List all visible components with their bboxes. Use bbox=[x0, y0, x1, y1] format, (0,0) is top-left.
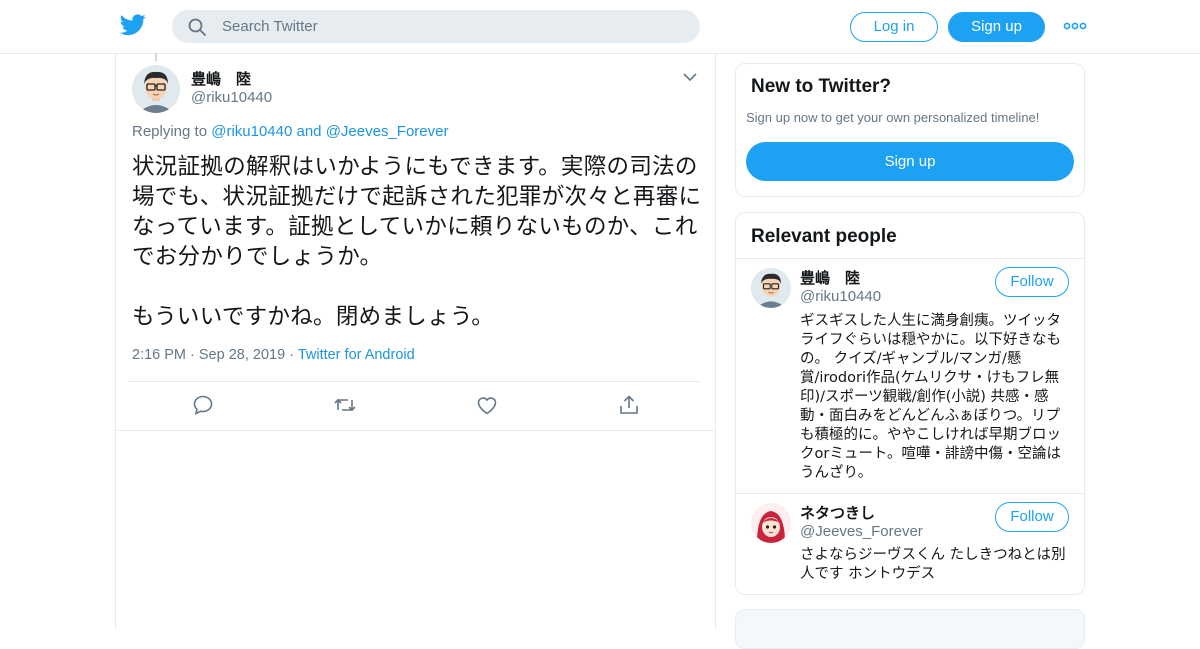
share-icon[interactable] bbox=[617, 393, 641, 417]
thread-connector-line bbox=[155, 53, 157, 61]
sign-up-button[interactable]: Sign up bbox=[948, 12, 1045, 42]
new-to-twitter-card: New to Twitter? Sign up now to get your … bbox=[735, 63, 1085, 197]
like-icon[interactable] bbox=[475, 393, 499, 417]
replying-prefix: Replying to bbox=[132, 123, 208, 140]
person-2-bio: さよならジーヴスくん たしきつねとは別人です ホントウデス bbox=[800, 547, 1066, 582]
sidebar-sign-up-button[interactable]: Sign up bbox=[746, 142, 1074, 181]
meta-separator-2: · bbox=[289, 347, 298, 363]
person-1-follow-button[interactable]: Follow bbox=[995, 267, 1069, 297]
meta-separator-1: · bbox=[190, 347, 199, 363]
reply-icon[interactable] bbox=[191, 393, 215, 417]
chevron-down-icon[interactable] bbox=[682, 71, 698, 83]
person-2-avatar[interactable] bbox=[751, 503, 791, 543]
reply-mention-link-2[interactable]: @Jeeves_Forever bbox=[326, 123, 449, 140]
avatar-illustration bbox=[132, 65, 180, 113]
new-to-twitter-title: New to Twitter? bbox=[751, 76, 892, 97]
avatar-illustration bbox=[751, 268, 791, 308]
person-2-name[interactable]: ネタつきし bbox=[800, 502, 875, 523]
log-in-button[interactable]: Log in bbox=[850, 12, 938, 42]
person-2-follow-button[interactable]: Follow bbox=[995, 502, 1069, 532]
search-icon bbox=[188, 18, 206, 36]
author-avatar[interactable] bbox=[132, 65, 180, 113]
reply-and-text: and bbox=[296, 123, 322, 140]
retweet-icon[interactable] bbox=[333, 393, 357, 417]
author-name[interactable]: 豊嶋 陸 bbox=[191, 68, 251, 89]
reply-mention-link-1[interactable]: @riku10440 bbox=[211, 123, 292, 140]
tweet-bottom-border bbox=[116, 430, 715, 431]
person-2-handle[interactable]: @Jeeves_Forever bbox=[800, 523, 923, 540]
person-1-handle[interactable]: @riku10440 bbox=[800, 288, 881, 305]
relevant-person-1: 豊嶋 陸 @riku10440 Follow ギスギスした人生に満身創痍。ツイッ… bbox=[736, 258, 1084, 493]
twitter-bird-icon[interactable] bbox=[120, 14, 146, 36]
author-handle[interactable]: @riku10440 bbox=[191, 89, 272, 106]
person-1-name[interactable]: 豊嶋 陸 bbox=[800, 267, 860, 288]
avatar-illustration bbox=[751, 503, 791, 543]
person-1-avatar[interactable] bbox=[751, 268, 791, 308]
replying-to-line: Replying to @riku10440 and @Jeeves_Forev… bbox=[132, 123, 448, 140]
tweet-action-bar bbox=[116, 393, 715, 425]
tweet-text: 状況証拠の解釈はいかようにもできます。実際の司法の場でも、状況証拠だけで起訴され… bbox=[132, 154, 702, 330]
search-input[interactable] bbox=[222, 10, 682, 43]
top-navigation-bar: Log in Sign up bbox=[0, 0, 1200, 54]
tweet-metadata: 2:16 PM · Sep 28, 2019 · Twitter for And… bbox=[132, 347, 415, 363]
tweet-time[interactable]: 2:16 PM bbox=[132, 347, 186, 363]
relevant-person-2: ネタつきし @Jeeves_Forever Follow さよならジーヴスくん … bbox=[736, 493, 1084, 593]
new-to-twitter-subtitle: Sign up now to get your own personalized… bbox=[746, 110, 1040, 125]
more-dots-icon[interactable] bbox=[1063, 16, 1087, 36]
tweet-source-link[interactable]: Twitter for Android bbox=[298, 347, 415, 363]
action-divider bbox=[128, 381, 700, 382]
trends-card-partial bbox=[735, 609, 1085, 649]
search-bar[interactable] bbox=[172, 10, 700, 43]
relevant-people-card: Relevant people 豊嶋 陸 @riku10440 Follow ギ… bbox=[735, 212, 1085, 595]
person-1-bio: ギスギスした人生に満身創痍。ツイッタライフぐらいは穏やかに。以下好きなもの。 ク… bbox=[800, 313, 1062, 481]
timeline-column: 豊嶋 陸 @riku10440 Replying to @riku10440 a… bbox=[115, 53, 716, 630]
tweet-date[interactable]: Sep 28, 2019 bbox=[199, 347, 285, 363]
relevant-people-title: Relevant people bbox=[751, 226, 897, 247]
